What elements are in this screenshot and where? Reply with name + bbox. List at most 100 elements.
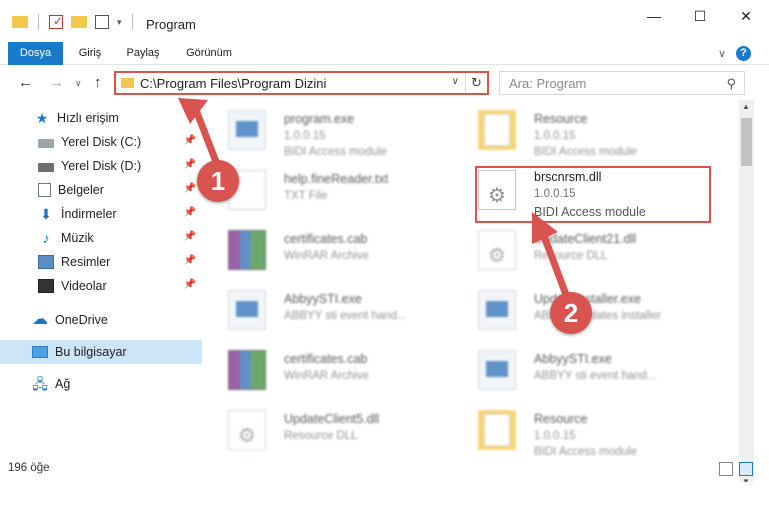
file-item[interactable]: Resource 1.0.0.15 BIDI Access module [464, 404, 704, 456]
file-item[interactable]: AbbyySTI.exe ABBYY sti event hand... [464, 344, 704, 400]
dll-file-icon: ⚙ [478, 230, 516, 270]
sidebar-item-label: OneDrive [55, 313, 108, 327]
sidebar-item-network[interactable]: 🖧 Ağ [0, 372, 202, 396]
address-bar[interactable]: C:\Program Files\Program Dizini ∨ ↻ [114, 71, 489, 95]
address-dropdown-chevron-icon[interactable]: ∨ [452, 76, 459, 87]
file-type: Resource DLL [284, 430, 358, 442]
step-badge-1: 1 [197, 160, 239, 202]
sidebar-item-label: İndirmeler [61, 207, 117, 221]
file-type: ABBYY sti event hand... [534, 370, 657, 382]
archive-icon [228, 350, 266, 390]
file-name: Resource [534, 412, 588, 426]
archive-icon [228, 230, 266, 270]
vertical-scrollbar[interactable]: ▲ ▼ [739, 100, 754, 488]
back-arrow-icon[interactable]: ← [18, 74, 33, 91]
sidebar-item-downloads[interactable]: ⬇ İndirmeler 📌 [0, 202, 202, 226]
network-icon: 🖧 [32, 376, 48, 392]
navigation-pane: ★ Hızlı erişim Yerel Disk (C:) 📌 Yerel D… [0, 104, 208, 456]
tab-home[interactable]: Giriş [70, 42, 110, 65]
file-item[interactable]: Resource 1.0.0.15 BIDI Access module [464, 104, 704, 160]
file-type: Resource DLL [534, 250, 608, 262]
tab-share[interactable]: Paylaş [118, 42, 168, 65]
status-bar: 196 öğe [0, 458, 769, 482]
pin-icon: 📌 [183, 207, 196, 218]
tab-file[interactable]: Dosya [8, 42, 63, 65]
search-input[interactable]: Ara: Program ⚲ [499, 71, 745, 95]
disk-icon [38, 163, 54, 172]
file-version: 1.0.0.15 [534, 430, 576, 442]
refresh-icon[interactable]: ↻ [465, 73, 487, 93]
sidebar-item-label: Yerel Disk (D:) [61, 159, 142, 173]
highlight-box [475, 166, 711, 223]
file-item[interactable]: AbbyySTI.exe ABBYY sti event hand... [214, 284, 454, 340]
step-badge-2: 2 [550, 292, 592, 334]
gear-icon: ⚙ [238, 425, 256, 447]
up-arrow-icon[interactable]: ↑ [94, 74, 102, 91]
large-icons-view-icon[interactable] [739, 462, 753, 476]
sidebar-item-label: Ağ [55, 377, 71, 391]
properties-check-icon[interactable] [49, 14, 63, 29]
file-name: certificates.cab [284, 352, 368, 366]
download-icon: ⬇ [40, 206, 52, 222]
address-path[interactable]: C:\Program Files\Program Dizini [140, 76, 326, 91]
new-folder-icon[interactable] [71, 14, 87, 30]
file-item[interactable]: ⚙ UpdateClient21.dll Resource DLL [464, 224, 704, 280]
pin-icon: 📌 [183, 231, 196, 242]
file-type: WinRAR Archive [284, 370, 369, 382]
file-name: UpdateClient21.dll [534, 232, 637, 246]
file-item[interactable]: certificates.cab WinRAR Archive [214, 344, 454, 400]
file-type: ABBYY sti event hand... [284, 310, 407, 322]
sidebar-item-documents[interactable]: Belgeler 📌 [0, 178, 202, 202]
customize-toolbar-chevron-icon[interactable]: ▾ [117, 17, 122, 28]
file-type: WinRAR Archive [284, 250, 369, 262]
tab-view[interactable]: Görünüm [178, 42, 240, 65]
exe-file-icon [228, 290, 266, 330]
folder-icon [12, 14, 28, 30]
folder-icon [121, 78, 134, 88]
exe-file-icon [228, 110, 266, 150]
close-button[interactable]: ✕ [723, 0, 769, 32]
help-icon[interactable]: ? [736, 46, 751, 61]
folder-icon [478, 410, 516, 450]
documents-icon [38, 183, 51, 197]
sidebar-item-disk-d[interactable]: Yerel Disk (D:) 📌 [0, 154, 202, 178]
scrollbar-thumb[interactable] [741, 118, 752, 166]
ribbon-right-controls: ∨ ? [718, 46, 751, 61]
file-item[interactable]: program.exe 1.0.0.15 BIDI Access module [214, 104, 454, 160]
exe-file-icon [478, 350, 516, 390]
file-item[interactable]: certificates.cab WinRAR Archive [214, 224, 454, 280]
quick-access-toolbar: ▾ [12, 14, 135, 30]
sidebar-item-pictures[interactable]: Resimler 📌 [0, 250, 202, 274]
sidebar-item-videos[interactable]: Videolar 📌 [0, 274, 202, 298]
minimize-button[interactable]: — [631, 0, 677, 32]
navigation-bar: ← → ∨ ↑ C:\Program Files\Program Dizini … [0, 66, 769, 100]
file-item[interactable]: help.fineReader.txt TXT File [214, 164, 454, 220]
title-bar: ▾ Program — ☐ ✕ [0, 0, 769, 42]
music-icon: ♪ [42, 230, 50, 246]
file-item[interactable]: ⚙ UpdateClient5.dll Resource DLL [214, 404, 454, 456]
search-placeholder: Ara: Program [509, 76, 587, 91]
forward-arrow-icon[interactable]: → [49, 74, 64, 91]
sidebar-item-this-pc[interactable]: Bu bilgisayar [0, 340, 202, 364]
videos-icon [38, 279, 54, 293]
computer-icon [32, 346, 48, 358]
recent-locations-chevron-icon[interactable]: ∨ [75, 78, 82, 89]
search-icon[interactable]: ⚲ [726, 76, 736, 92]
sidebar-item-music[interactable]: ♪ Müzik 📌 [0, 226, 202, 250]
sidebar-item-label: Yerel Disk (C:) [61, 135, 142, 149]
disk-icon [38, 139, 54, 148]
pin-icon: 📌 [183, 279, 196, 290]
sidebar-item-onedrive[interactable]: ☁ OneDrive [0, 308, 202, 332]
gear-icon: ⚙ [488, 245, 506, 267]
view-properties-icon[interactable] [95, 15, 109, 29]
sidebar-item-label: Videolar [61, 279, 107, 293]
sidebar-item-quick-access[interactable]: ★ Hızlı erişim [0, 106, 202, 130]
file-name: help.fineReader.txt [284, 172, 389, 186]
scroll-up-arrow-icon[interactable]: ▲ [742, 102, 750, 111]
star-icon: ★ [35, 110, 49, 126]
details-view-icon[interactable] [719, 462, 733, 476]
maximize-button[interactable]: ☐ [677, 0, 723, 32]
expand-ribbon-chevron-icon[interactable]: ∨ [718, 47, 726, 60]
sidebar-item-disk-c[interactable]: Yerel Disk (C:) 📌 [0, 130, 202, 154]
file-explorer-window: ▾ Program — ☐ ✕ Dosya Giriş Paylaş Görün… [0, 0, 769, 522]
